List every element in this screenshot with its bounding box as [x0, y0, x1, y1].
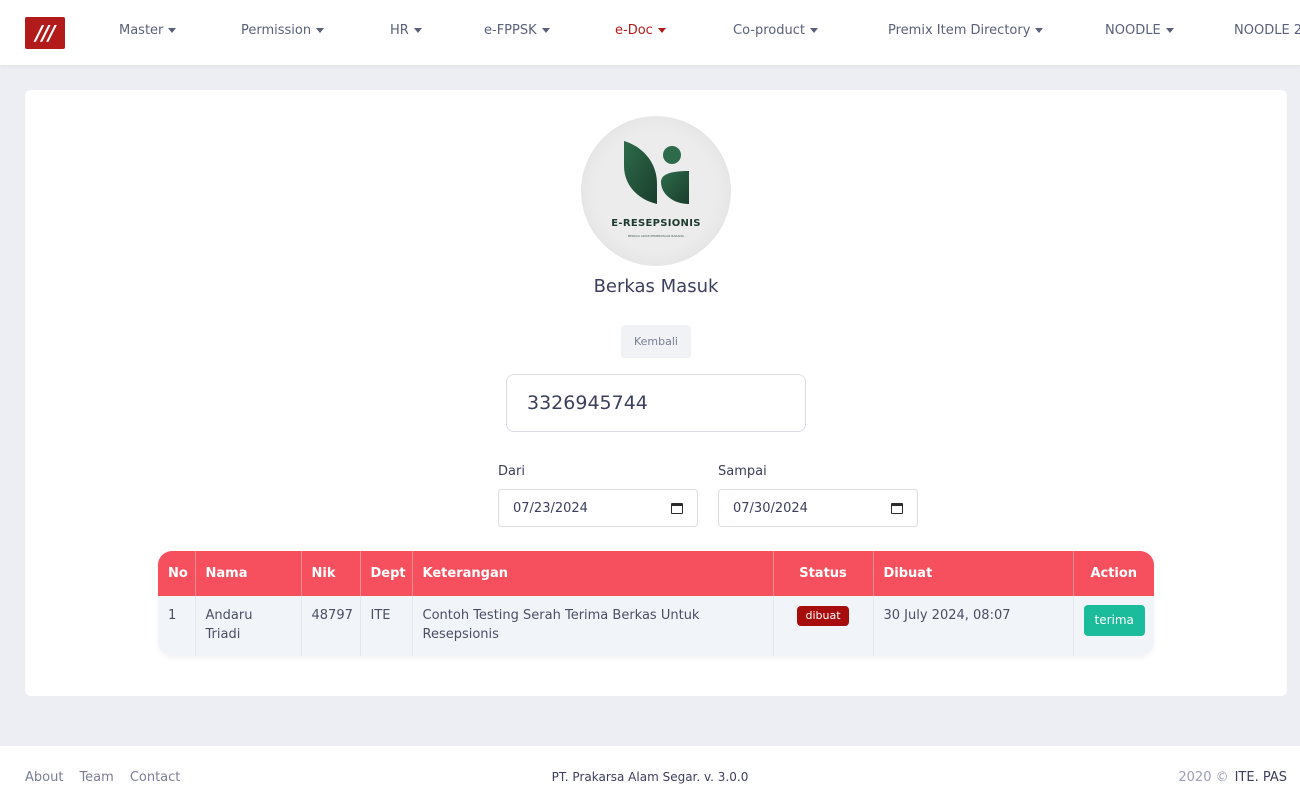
nav-item-label: Master: [119, 23, 164, 38]
cell-nama: Andaru Triadi: [195, 596, 302, 656]
nav-item-label: NOODLE 2: [1234, 23, 1300, 38]
nav-item-label: HR: [390, 23, 409, 38]
back-button[interactable]: Kembali: [621, 325, 691, 358]
col-header-dept: Dept: [360, 551, 413, 596]
cell-status: dibuat: [773, 596, 874, 656]
cell-dept: ITE: [360, 596, 413, 656]
col-header-nik: Nik: [301, 551, 361, 596]
brand-logo[interactable]: ///: [25, 17, 65, 49]
col-header-keterangan: Keterangan: [412, 551, 774, 596]
logo-subtitle: BERKAS ARSIP PENERIMAAN BARANG: [627, 234, 685, 238]
nav-item-label: e-FPPSK: [484, 23, 537, 38]
status-badge: dibuat: [797, 606, 849, 626]
nav-item-label: NOODLE: [1105, 23, 1161, 38]
calendar-icon[interactable]: [671, 502, 683, 514]
date-to-label: Sampai: [718, 464, 767, 479]
caret-down-icon: [1165, 28, 1174, 33]
date-to-input[interactable]: 07/30/2024: [718, 489, 918, 527]
cell-action: terima: [1073, 596, 1154, 656]
col-header-dibuat: Dibuat: [873, 551, 1074, 596]
caret-down-icon: [168, 28, 177, 33]
page-title: Berkas Masuk: [593, 276, 719, 297]
berkas-table: No Nama Nik Dept Keterangan Status Dibua…: [158, 551, 1154, 656]
leaf-logo-icon: [624, 141, 689, 204]
date-from-input[interactable]: 07/23/2024: [498, 489, 698, 527]
table-header-row: No Nama Nik Dept Keterangan Status Dibua…: [158, 551, 1154, 596]
caret-down-icon: [657, 28, 666, 33]
top-navbar: /// Master Permission HR e-FPPSK e-Doc C…: [0, 0, 1300, 65]
caret-down-icon: [413, 28, 422, 33]
date-from-value: 07/23/2024: [513, 500, 588, 516]
cell-keterangan: Contoh Testing Serah Terima Berkas Untuk…: [412, 596, 774, 656]
footer-owner: ITE. PAS: [1234, 770, 1287, 785]
app-logo: E-RESEPSIONIS BERKAS ARSIP PENERIMAAN BA…: [581, 116, 731, 266]
nav-item-edoc[interactable]: e-Doc: [615, 23, 666, 38]
nav-item-noodle[interactable]: NOODLE: [1105, 23, 1174, 38]
footer: About Team Contact PT. Prakarsa Alam Seg…: [0, 746, 1300, 811]
cell-nik: 48797: [301, 596, 361, 656]
search-input[interactable]: 3326945744: [506, 374, 806, 432]
nav-item-master[interactable]: Master: [119, 23, 177, 38]
footer-company: PT. Prakarsa Alam Segar. v. 3.0.0: [551, 770, 749, 784]
nav-item-label: e-Doc: [615, 23, 653, 38]
caret-down-icon: [316, 28, 325, 33]
footer-copyright-block: 2020 © ITE. PAS: [1178, 770, 1287, 785]
date-from-label: Dari: [498, 464, 525, 479]
calendar-icon[interactable]: [891, 502, 903, 514]
nav-item-label: Permission: [241, 23, 312, 38]
main-card: E-RESEPSIONIS BERKAS ARSIP PENERIMAAN BA…: [25, 90, 1287, 696]
logo-title: E-RESEPSIONIS: [611, 218, 701, 229]
col-header-nama: Nama: [195, 551, 302, 596]
caret-down-icon: [1035, 28, 1044, 33]
col-header-no: No: [158, 551, 196, 596]
nav-item-efppsk[interactable]: e-FPPSK: [484, 23, 550, 38]
nav-item-label: Premix Item Directory: [888, 23, 1031, 38]
nav-item-coproduct[interactable]: Co-product: [733, 23, 818, 38]
cell-no: 1: [158, 596, 196, 656]
nav-item-hr[interactable]: HR: [390, 23, 422, 38]
brand-glyph: ///: [35, 21, 56, 45]
cell-dibuat: 30 July 2024, 08:07: [873, 596, 1074, 656]
nav-item-noodle-2[interactable]: NOODLE 2: [1234, 23, 1300, 38]
nav-item-label: Co-product: [733, 23, 805, 38]
nav-item-permission[interactable]: Permission: [241, 23, 325, 38]
caret-down-icon: [809, 28, 818, 33]
date-to-value: 07/30/2024: [733, 500, 808, 516]
col-header-action: Action: [1073, 551, 1154, 596]
table-row: 1 Andaru Triadi 48797 ITE Contoh Testing…: [158, 596, 1154, 656]
col-header-status: Status: [773, 551, 874, 596]
caret-down-icon: [541, 28, 550, 33]
nav-item-premix[interactable]: Premix Item Directory: [888, 23, 1044, 38]
footer-copyright: 2020 ©: [1178, 770, 1229, 785]
terima-button[interactable]: terima: [1083, 605, 1145, 636]
